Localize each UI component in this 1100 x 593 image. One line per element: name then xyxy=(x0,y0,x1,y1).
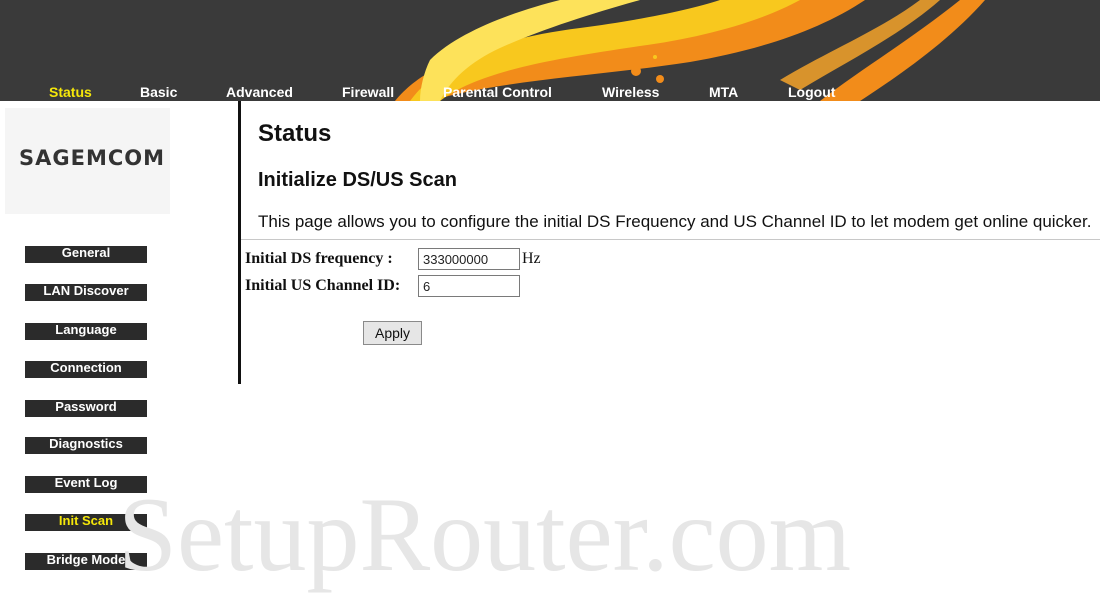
brand-logo-text: SAGEMCOM xyxy=(19,146,166,170)
top-navigation: Status Basic Advanced Firewall Parental … xyxy=(0,84,1100,101)
horizontal-divider xyxy=(241,239,1100,240)
apply-button[interactable]: Apply xyxy=(363,321,422,345)
ds-frequency-unit: Hz xyxy=(522,250,541,267)
nav-advanced[interactable]: Advanced xyxy=(226,84,293,101)
ds-frequency-label: Initial DS frequency : xyxy=(245,250,393,267)
nav-logout[interactable]: Logout xyxy=(788,84,835,101)
us-channel-id-label: Initial US Channel ID: xyxy=(245,277,401,294)
nav-mta[interactable]: MTA xyxy=(709,84,738,101)
page-title: Status xyxy=(258,120,332,147)
sidebar-item-password[interactable]: Password xyxy=(25,400,147,417)
us-channel-id-input[interactable] xyxy=(418,275,520,297)
nav-firewall[interactable]: Firewall xyxy=(342,84,394,101)
sidebar-item-language[interactable]: Language xyxy=(25,323,147,340)
nav-parental-control[interactable]: Parental Control xyxy=(443,84,552,101)
sidebar-item-lan-discover[interactable]: LAN Discover xyxy=(25,284,147,301)
page-description: This page allows you to configure the in… xyxy=(258,212,1092,231)
nav-basic[interactable]: Basic xyxy=(140,84,177,101)
nav-status[interactable]: Status xyxy=(49,84,92,101)
sidebar-item-general[interactable]: General xyxy=(25,246,147,263)
watermark: SetupRouter.com xyxy=(118,476,852,593)
brand-logo: SAGEMCOM xyxy=(5,108,170,214)
sidebar-item-diagnostics[interactable]: Diagnostics xyxy=(25,437,147,454)
ds-frequency-input[interactable] xyxy=(418,248,520,270)
sidebar-item-connection[interactable]: Connection xyxy=(25,361,147,378)
section-title: Initialize DS/US Scan xyxy=(258,169,457,191)
header-banner: Status Basic Advanced Firewall Parental … xyxy=(0,0,1100,101)
nav-wireless[interactable]: Wireless xyxy=(602,84,659,101)
vertical-divider xyxy=(238,101,241,384)
